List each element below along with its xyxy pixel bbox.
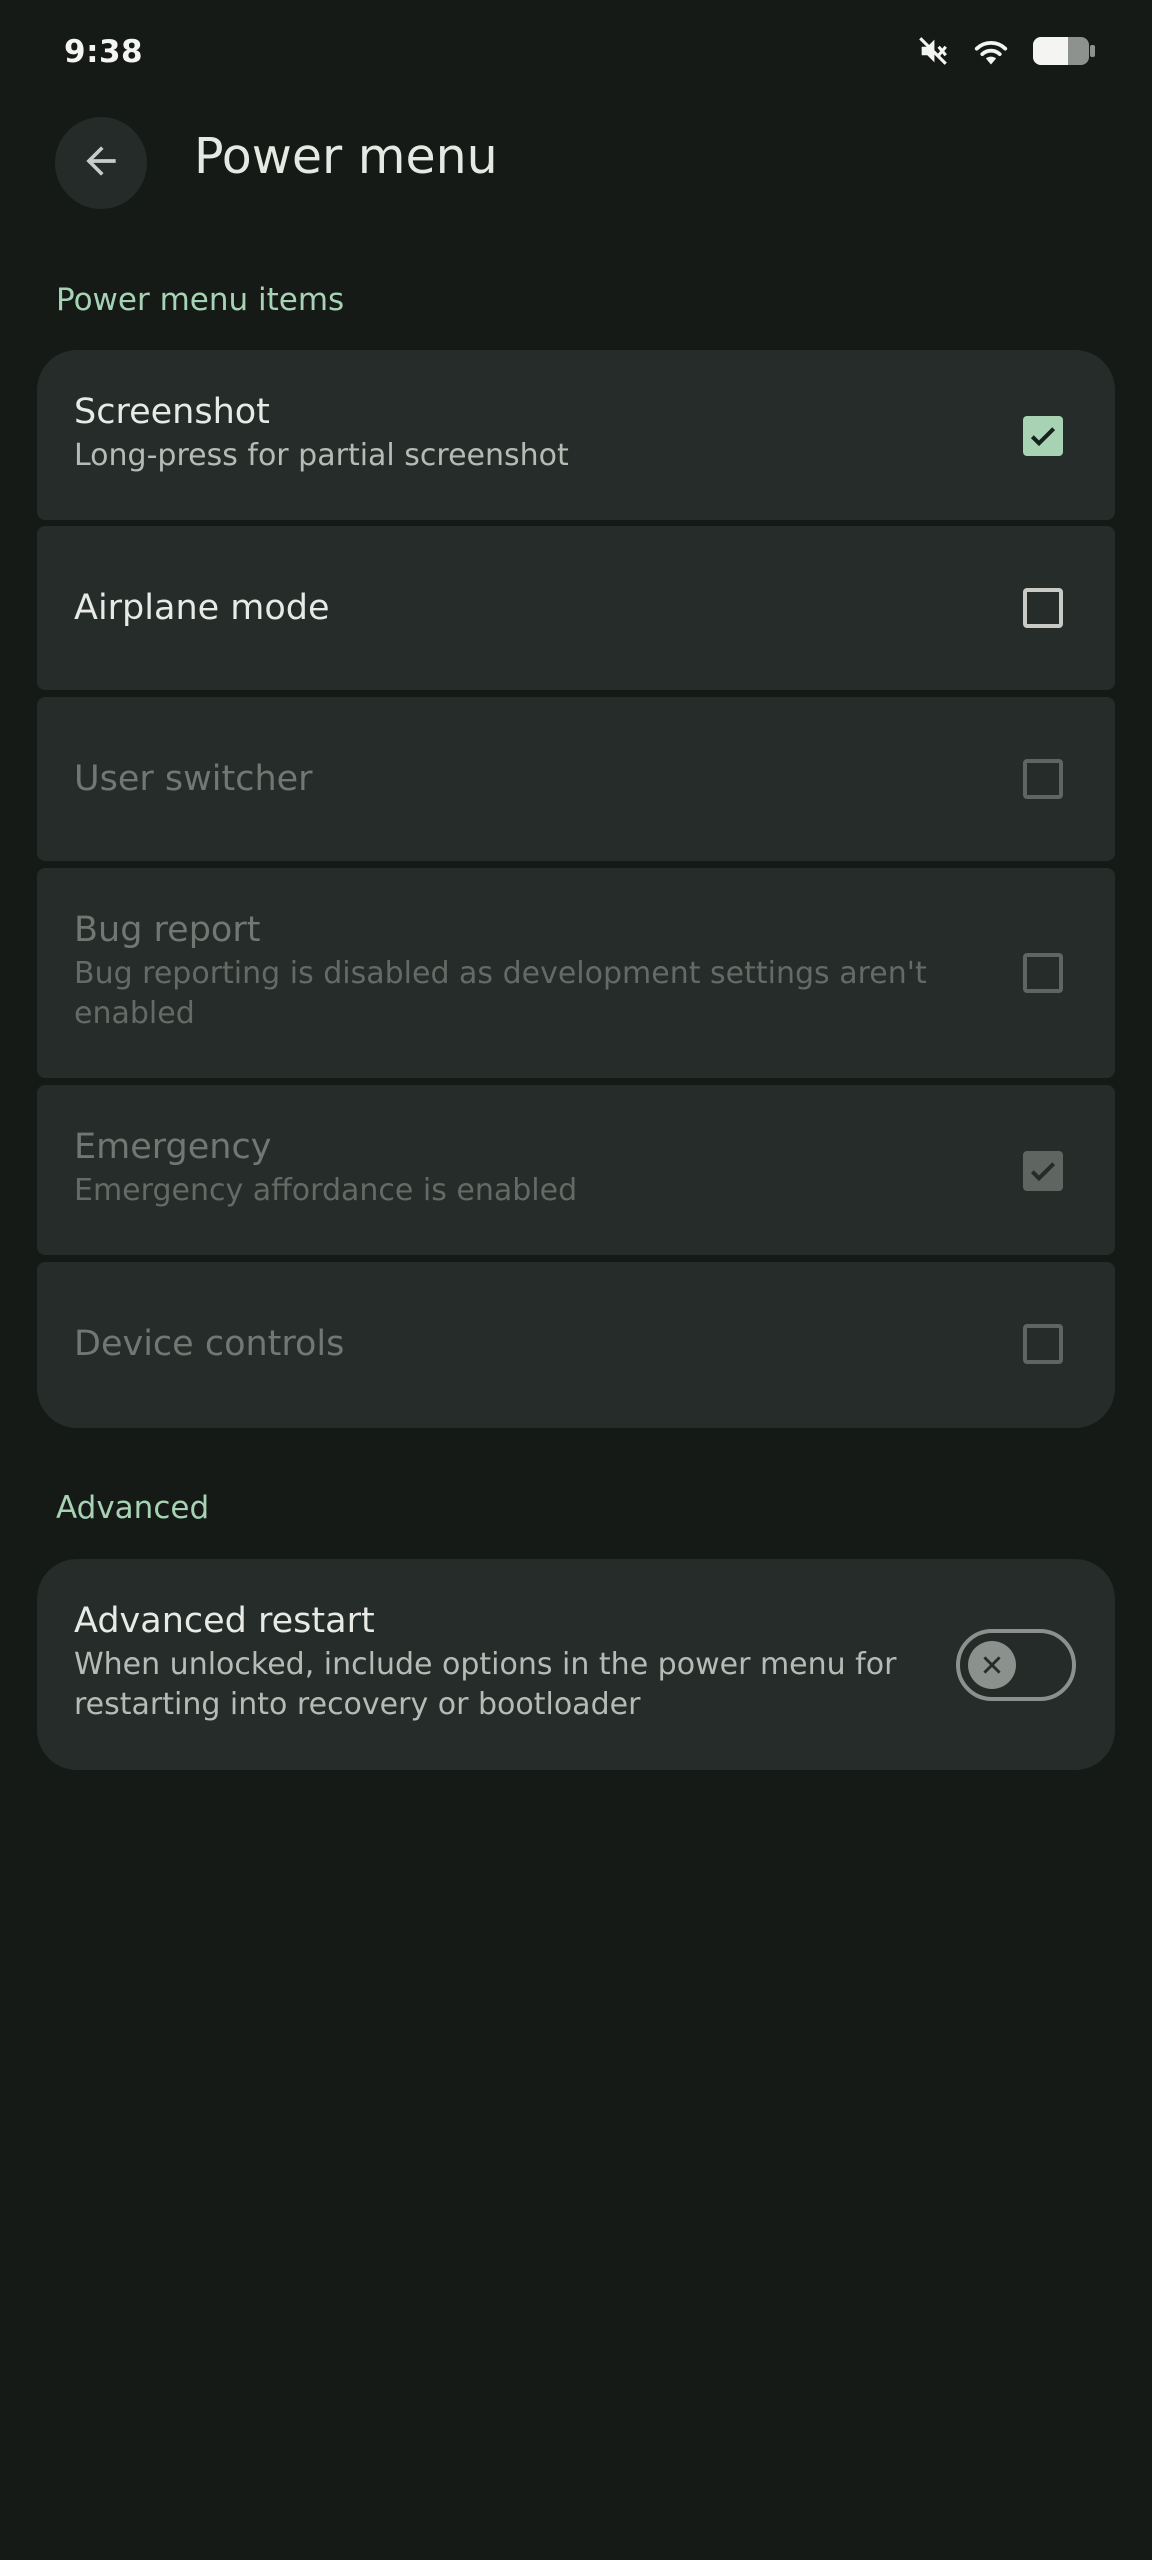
wifi-icon xyxy=(972,34,1010,68)
check-icon xyxy=(1030,1162,1056,1182)
device-controls-checkbox xyxy=(1023,1324,1063,1364)
item-title: Emergency xyxy=(74,1127,272,1167)
emergency-checkbox xyxy=(1023,1151,1063,1191)
back-button[interactable] xyxy=(55,117,147,209)
list-item-screenshot[interactable]: Screenshot Long-press for partial screen… xyxy=(37,350,1115,520)
advanced-list: Advanced restart When unlocked, include … xyxy=(37,1559,1115,1770)
item-subtitle: Emergency affordance is enabled xyxy=(74,1173,578,1208)
status-icons xyxy=(916,34,1096,68)
user-switcher-checkbox xyxy=(1023,759,1063,799)
screenshot-checkbox[interactable] xyxy=(1023,416,1063,456)
power-menu-items-list: Screenshot Long-press for partial screen… xyxy=(37,350,1115,1428)
bug-report-checkbox xyxy=(1023,953,1063,993)
status-bar: 9:38 xyxy=(0,0,1152,110)
item-subtitle: Long-press for partial screenshot xyxy=(74,438,569,473)
item-title: Airplane mode xyxy=(74,588,330,628)
item-title: Bug report xyxy=(74,910,261,950)
list-item-emergency: Emergency Emergency affordance is enable… xyxy=(37,1085,1115,1255)
check-icon xyxy=(1030,427,1056,447)
item-title: User switcher xyxy=(74,759,313,799)
page-title: Power menu xyxy=(194,128,498,185)
item-title: Device controls xyxy=(74,1324,345,1364)
list-item-airplane-mode[interactable]: Airplane mode xyxy=(37,526,1115,690)
advanced-restart-toggle[interactable] xyxy=(956,1629,1076,1701)
mute-icon xyxy=(916,34,950,68)
item-subtitle: Bug reporting is disabled as development… xyxy=(74,956,927,1031)
list-item-device-controls: Device controls xyxy=(37,1262,1115,1428)
section-header-advanced: Advanced xyxy=(56,1490,210,1526)
status-time: 9:38 xyxy=(64,34,144,70)
close-icon xyxy=(983,1656,1001,1674)
battery-icon xyxy=(1032,35,1096,67)
list-item-advanced-restart[interactable]: Advanced restart When unlocked, include … xyxy=(37,1559,1115,1770)
top-app-bar: Power menu xyxy=(0,110,1152,210)
list-item-bug-report: Bug report Bug reporting is disabled as … xyxy=(37,868,1115,1078)
list-item-user-switcher: User switcher xyxy=(37,697,1115,861)
section-header-power-menu-items: Power menu items xyxy=(56,282,345,318)
item-title: Advanced restart xyxy=(74,1601,375,1641)
item-title: Screenshot xyxy=(74,392,270,432)
item-subtitle: When unlocked, include options in the po… xyxy=(74,1647,897,1722)
airplane-mode-checkbox[interactable] xyxy=(1023,588,1063,628)
toggle-thumb xyxy=(968,1641,1016,1689)
arrow-back-icon xyxy=(79,139,123,187)
